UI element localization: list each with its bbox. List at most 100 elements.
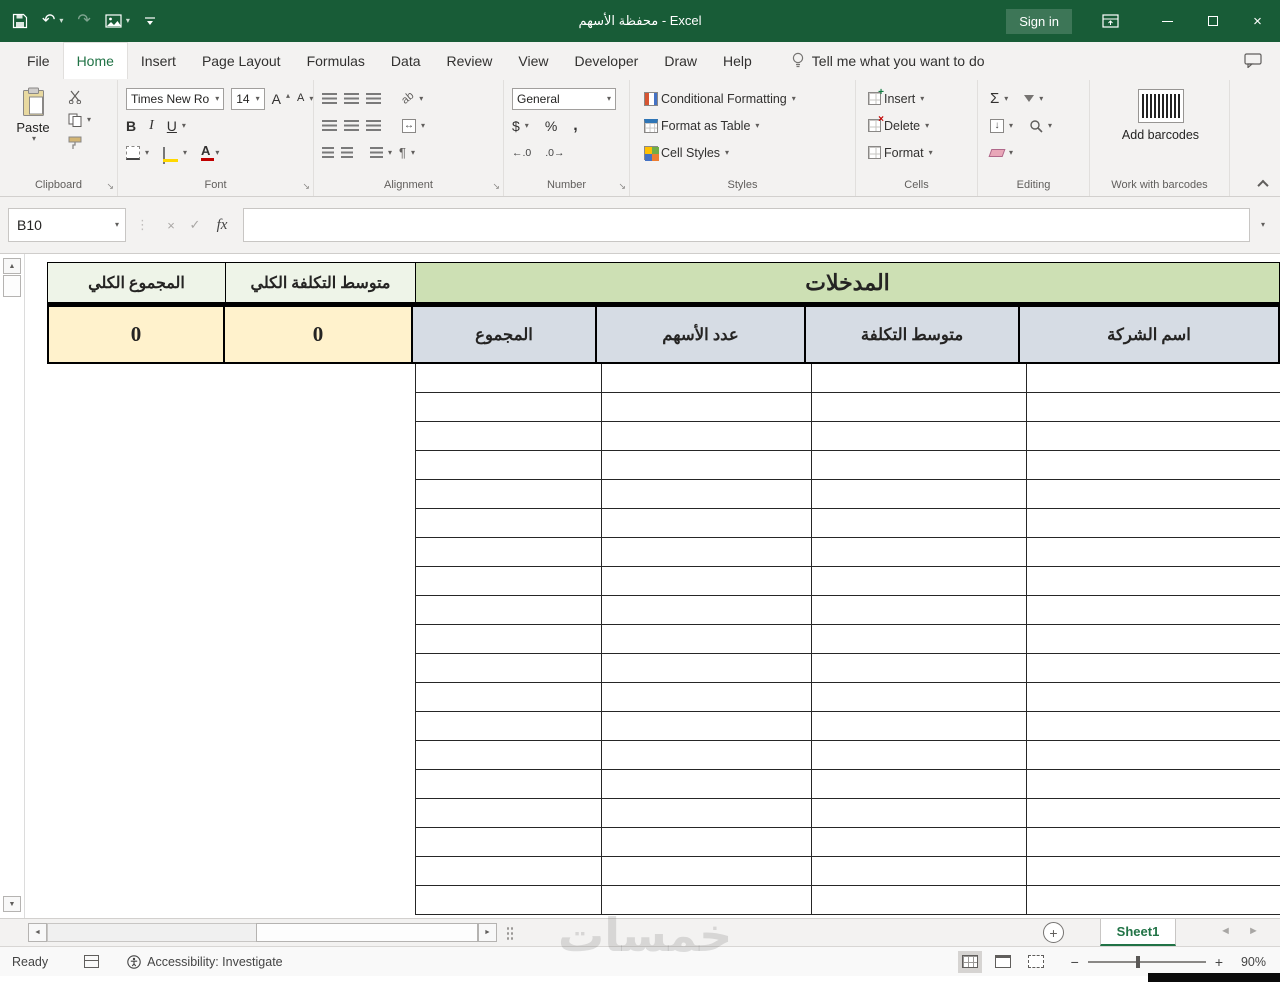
grid-cell[interactable] (1026, 770, 1280, 798)
tab-page-layout[interactable]: Page Layout (189, 42, 294, 79)
grid-cell[interactable] (601, 538, 811, 566)
insert-cells-button[interactable]: + Insert ▾ (868, 88, 924, 106)
grid-row[interactable] (416, 596, 1280, 625)
grid-cell[interactable] (1026, 364, 1280, 392)
orientation-icon[interactable]: ab ▾ (399, 90, 423, 107)
grid-cell[interactable] (416, 393, 601, 421)
grid-row[interactable] (416, 567, 1280, 596)
column-header-share-count[interactable]: عدد الأسهم (597, 307, 804, 362)
grid-cell[interactable] (416, 509, 601, 537)
grid-cell[interactable] (601, 857, 811, 885)
number-format-combo[interactable]: General ▾ (512, 87, 616, 110)
format-cells-button[interactable]: Format ▾ (868, 146, 933, 160)
normal-view-button[interactable] (957, 950, 982, 973)
horizontal-scrollbar[interactable] (47, 923, 478, 942)
tab-help[interactable]: Help (710, 42, 765, 79)
cell-inputs-header[interactable]: المدخلات (416, 263, 1279, 302)
grid-row[interactable] (416, 480, 1280, 509)
grid-cell[interactable] (1026, 886, 1280, 914)
cell-grand-avg-cost-value[interactable]: 0 (225, 307, 411, 362)
tab-home[interactable]: Home (62, 42, 128, 79)
number-dialog-launcher[interactable]: ↘ (618, 179, 626, 194)
save-icon[interactable] (12, 13, 28, 29)
grid-cell[interactable] (601, 364, 811, 392)
column-header-total[interactable]: المجموع (413, 307, 595, 362)
grid-cell[interactable] (1026, 799, 1280, 827)
alignment-dialog-launcher[interactable]: ↘ (492, 179, 500, 194)
grid-row[interactable] (416, 509, 1280, 538)
formula-input[interactable] (243, 208, 1250, 242)
grid-row[interactable] (416, 857, 1280, 886)
grid-row[interactable] (416, 886, 1280, 915)
font-size-combo[interactable]: 14 ▾ (231, 87, 265, 110)
grid-cell[interactable] (601, 828, 811, 856)
cell-grand-total-header[interactable]: المجموع الكلي (48, 263, 225, 302)
grid-row[interactable] (416, 770, 1280, 799)
grid-cell[interactable] (416, 364, 601, 392)
grid-cell[interactable] (601, 712, 811, 740)
copy-icon[interactable]: ▾ (68, 112, 91, 128)
grid-cell[interactable] (1026, 480, 1280, 508)
grid-cell[interactable] (1026, 625, 1280, 653)
grid-cell[interactable] (416, 480, 601, 508)
increase-decimal-icon[interactable]: ←.0 (512, 147, 531, 159)
clear-icon[interactable]: ▾ (988, 148, 1013, 157)
grid-cell[interactable] (416, 886, 601, 914)
font-dialog-launcher[interactable]: ↘ (302, 179, 310, 194)
grow-font-icon[interactable]: A ▴ (272, 91, 290, 106)
page-break-view-button[interactable] (1024, 951, 1048, 973)
grid-cell[interactable] (1026, 393, 1280, 421)
undo-icon[interactable]: ↶ ▾ (42, 13, 63, 29)
delete-cells-button[interactable]: × Delete ▾ (868, 115, 929, 133)
zoom-level[interactable]: 90% (1232, 955, 1266, 969)
grid-cell[interactable] (601, 480, 811, 508)
grid-cell[interactable] (811, 451, 1026, 479)
horizontal-scroll-thumb[interactable] (256, 923, 478, 942)
grid-cell[interactable] (601, 451, 811, 479)
align-left-icon[interactable] (322, 120, 337, 131)
grid-row[interactable] (416, 712, 1280, 741)
autosum-icon[interactable]: Σ ▾ (990, 91, 1008, 106)
grid-row[interactable] (416, 422, 1280, 451)
cell-grand-total-value[interactable]: 0 (49, 307, 223, 362)
scroll-up-button[interactable]: ▲ (3, 258, 21, 274)
formula-bar-grip[interactable]: ⋮ (136, 217, 149, 233)
tell-me-box[interactable]: Tell me what you want to do (791, 42, 985, 79)
comment-icon[interactable] (1244, 42, 1280, 79)
grid-row[interactable] (416, 741, 1280, 770)
tab-developer[interactable]: Developer (562, 42, 652, 79)
font-color-icon[interactable]: A ▾ (201, 144, 219, 161)
cut-icon[interactable] (68, 89, 91, 105)
grid-cell[interactable] (811, 828, 1026, 856)
grid-cell[interactable] (811, 364, 1026, 392)
zoom-slider-thumb[interactable] (1135, 955, 1140, 968)
grid-cell[interactable] (811, 538, 1026, 566)
tab-file[interactable]: File (14, 42, 63, 79)
grid-cell[interactable] (1026, 654, 1280, 682)
align-bottom-icon[interactable] (366, 93, 381, 104)
zoom-slider[interactable] (1087, 955, 1206, 968)
sheet-nav-next-icon[interactable]: ► (1248, 925, 1259, 937)
tab-view[interactable]: View (505, 42, 561, 79)
grid-cell[interactable] (416, 422, 601, 450)
grid-cell[interactable] (416, 683, 601, 711)
sheet-tab-sheet1[interactable]: Sheet1 (1100, 919, 1176, 946)
vertical-scroll-thumb[interactable] (3, 275, 21, 297)
tab-insert[interactable]: Insert (128, 42, 189, 79)
insert-function-icon[interactable]: fx (207, 217, 237, 234)
increase-indent-icon[interactable] (341, 147, 353, 158)
align-right-icon[interactable] (366, 120, 381, 131)
align-middle-icon[interactable] (344, 93, 359, 104)
comma-style-icon[interactable]: , (573, 117, 577, 134)
collapse-ribbon-icon[interactable] (1257, 179, 1269, 192)
grid-row[interactable] (416, 625, 1280, 654)
redo-icon[interactable]: ↷ (77, 13, 90, 29)
align-center-icon[interactable] (344, 120, 359, 131)
insert-picture-icon[interactable]: ▾ (105, 14, 130, 28)
grid-cell[interactable] (601, 741, 811, 769)
grid-cell[interactable] (601, 422, 811, 450)
expand-formula-bar-icon[interactable]: ▾ (1252, 221, 1274, 229)
grid-cell[interactable] (601, 393, 811, 421)
paragraph-direction-icon[interactable]: ¶ ▾ (399, 146, 415, 159)
tab-review[interactable]: Review (434, 42, 506, 79)
